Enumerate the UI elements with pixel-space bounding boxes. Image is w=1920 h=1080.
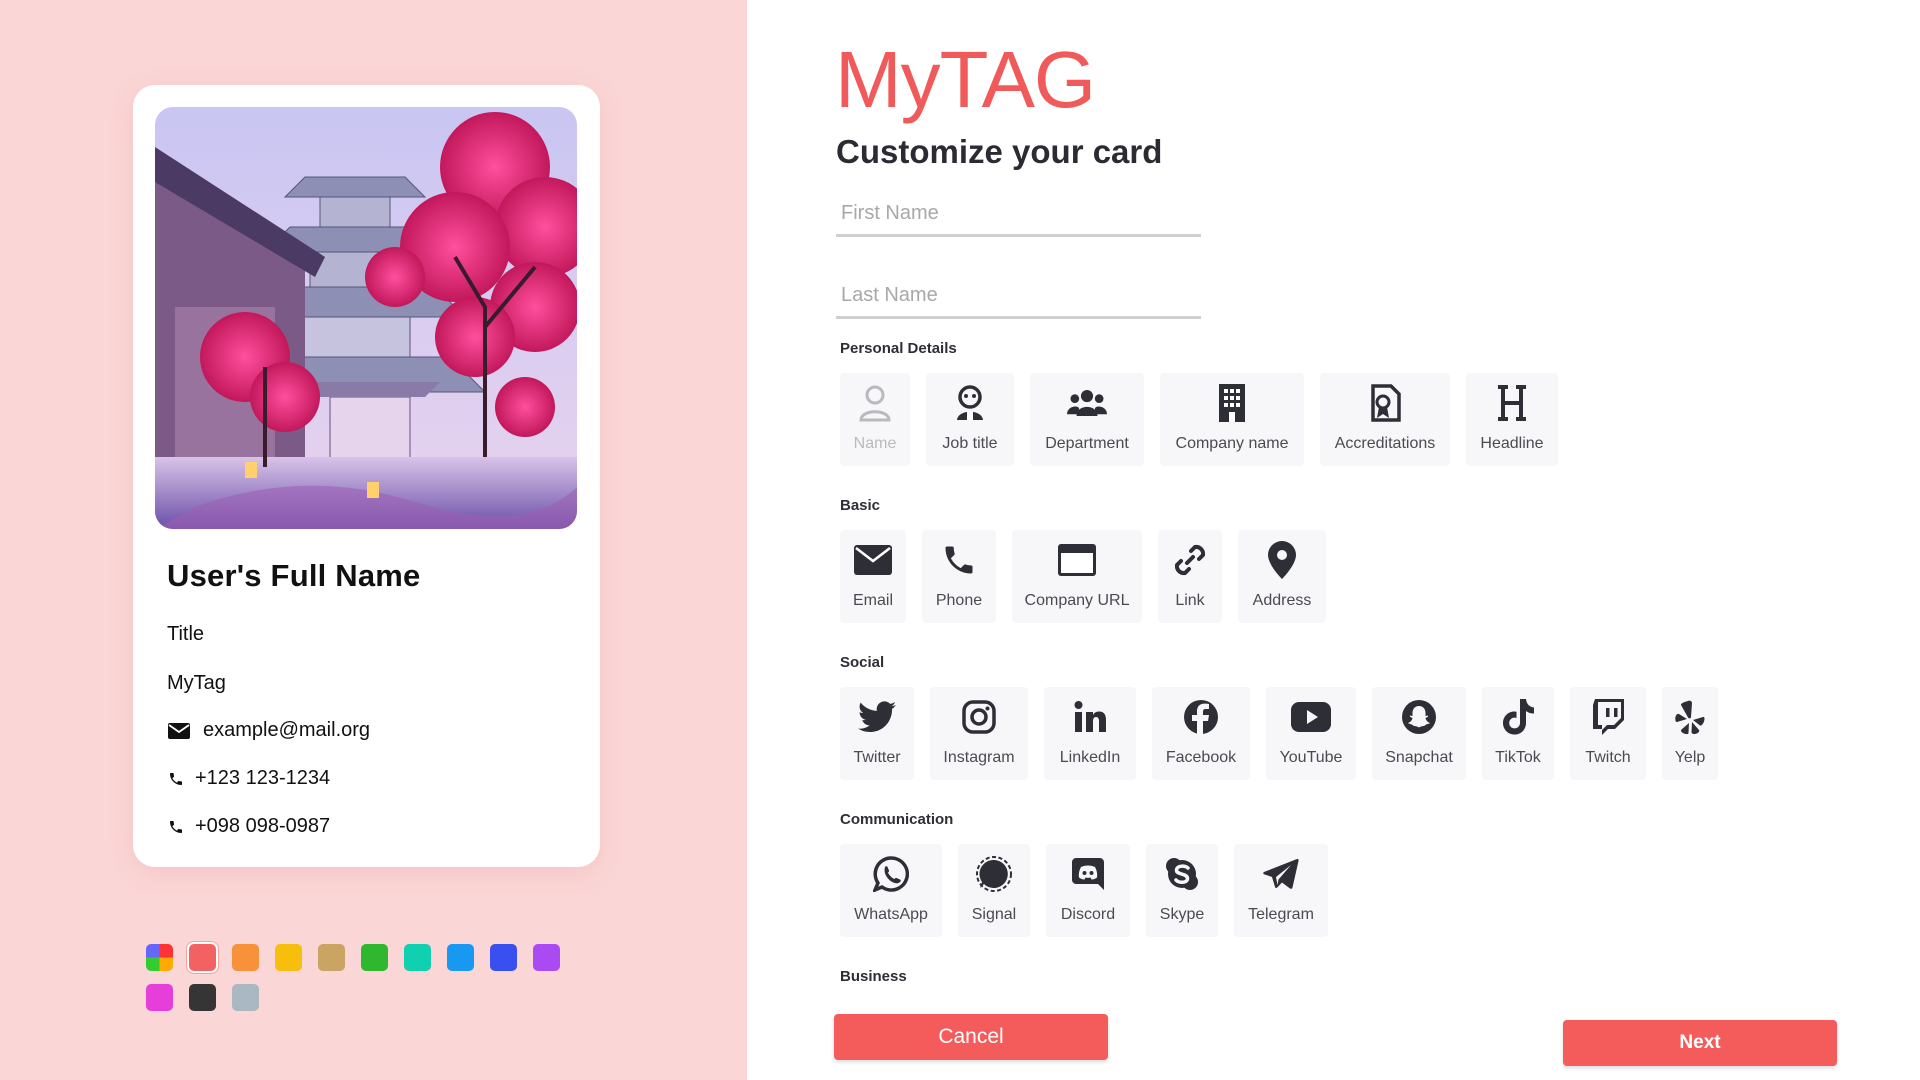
add-job-title-chip[interactable]: Job title — [926, 373, 1014, 466]
facebook-icon — [1181, 697, 1221, 737]
youtube-icon — [1291, 697, 1331, 737]
card-phone-row-1[interactable]: +123 123-1234 — [167, 767, 330, 790]
swatch-teal[interactable] — [404, 944, 431, 971]
add-twitch-chip[interactable]: Twitch — [1570, 687, 1646, 780]
card-full-name: User's Full Name — [167, 558, 421, 593]
link-icon — [1170, 540, 1210, 580]
add-youtube-chip[interactable]: YouTube — [1266, 687, 1356, 780]
swatch-blue[interactable] — [490, 944, 517, 971]
add-yelp-chip[interactable]: Yelp — [1662, 687, 1718, 780]
phone-icon — [939, 540, 979, 580]
business-card-preview: User's Full Name Title MyTag example@mai… — [133, 85, 600, 867]
card-phone-row-2[interactable]: +098 098-0987 — [167, 815, 330, 838]
add-twitter-chip[interactable]: Twitter — [840, 687, 914, 780]
page-title: Customize your card — [836, 133, 1163, 170]
badge-icon — [950, 383, 990, 423]
signal-icon — [974, 854, 1014, 894]
communication-row: WhatsApp Signal Discord Skype Telegram — [840, 844, 1328, 937]
add-company-url-chip[interactable]: Company URL — [1012, 530, 1142, 623]
card-company: MyTag — [167, 672, 226, 694]
discord-icon — [1068, 854, 1108, 894]
certificate-icon — [1365, 383, 1405, 423]
card-cover-image[interactable] — [155, 107, 577, 529]
section-label-business: Business — [840, 968, 907, 985]
skype-icon — [1162, 854, 1202, 894]
basic-row: Email Phone Company URL Link Address — [840, 530, 1326, 623]
add-whatsapp-chip[interactable]: WhatsApp — [840, 844, 942, 937]
card-phone-2: +098 098-0987 — [195, 815, 331, 837]
add-phone-chip[interactable]: Phone — [922, 530, 996, 623]
last-name-input[interactable] — [836, 271, 1201, 319]
swatch-multicolor[interactable] — [146, 944, 173, 971]
add-department-chip[interactable]: Department — [1030, 373, 1144, 466]
swatch-tan[interactable] — [318, 944, 345, 971]
add-telegram-chip[interactable]: Telegram — [1234, 844, 1328, 937]
swatch-orange[interactable] — [232, 944, 259, 971]
section-label-communication: Communication — [840, 811, 954, 828]
twitch-icon — [1588, 697, 1628, 737]
cancel-button[interactable]: Cancel — [834, 1014, 1108, 1060]
heading-icon — [1492, 383, 1532, 423]
map-pin-icon — [1262, 540, 1302, 580]
swatch-sky-blue[interactable] — [447, 944, 474, 971]
envelope-icon — [853, 540, 893, 580]
phone-icon — [167, 768, 185, 790]
swatch-purple[interactable] — [533, 944, 560, 971]
linkedin-icon — [1070, 697, 1110, 737]
building-icon — [1212, 383, 1252, 423]
add-linkedin-chip[interactable]: LinkedIn — [1044, 687, 1136, 780]
section-label-personal: Personal Details — [840, 340, 957, 357]
section-label-basic: Basic — [840, 497, 881, 514]
add-accreditations-chip[interactable]: Accreditations — [1320, 373, 1450, 466]
envelope-icon — [167, 720, 191, 742]
add-headline-chip[interactable]: Headline — [1466, 373, 1558, 466]
add-instagram-chip[interactable]: Instagram — [930, 687, 1028, 780]
tiktok-icon — [1498, 697, 1538, 737]
preview-panel: User's Full Name Title MyTag example@mai… — [0, 0, 747, 1080]
group-icon — [1067, 383, 1107, 423]
snapchat-icon — [1399, 697, 1439, 737]
section-label-social: Social — [840, 654, 885, 671]
add-signal-chip[interactable]: Signal — [958, 844, 1030, 937]
add-name-chip[interactable]: Name — [840, 373, 910, 466]
card-email: example@mail.org — [203, 719, 371, 741]
pagoda-cherry-blossom-image — [155, 107, 577, 529]
personal-details-row: Name Job title Department Company name A… — [840, 373, 1558, 466]
social-row: Twitter Instagram LinkedIn Facebook YouT… — [840, 687, 1718, 780]
whatsapp-icon — [871, 854, 911, 894]
brand-logo: MyTAG — [835, 35, 1096, 124]
card-title: Title — [167, 623, 205, 645]
yelp-icon — [1670, 697, 1710, 737]
add-skype-chip[interactable]: Skype — [1146, 844, 1218, 937]
add-facebook-chip[interactable]: Facebook — [1152, 687, 1250, 780]
swatch-coral[interactable] — [187, 942, 218, 973]
card-email-row[interactable]: example@mail.org — [167, 719, 370, 742]
swatch-magenta[interactable] — [146, 984, 173, 1011]
swatch-yellow[interactable] — [275, 944, 302, 971]
user-icon — [855, 383, 895, 423]
first-name-input[interactable] — [836, 189, 1201, 237]
add-tiktok-chip[interactable]: TikTok — [1482, 687, 1554, 780]
swatch-green[interactable] — [361, 944, 388, 971]
swatch-gray[interactable] — [232, 984, 259, 1011]
add-company-name-chip[interactable]: Company name — [1160, 373, 1304, 466]
add-address-chip[interactable]: Address — [1238, 530, 1326, 623]
browser-icon — [1057, 540, 1097, 580]
card-phone-1: +123 123-1234 — [195, 767, 331, 789]
add-discord-chip[interactable]: Discord — [1046, 844, 1130, 937]
next-button[interactable]: Next — [1563, 1020, 1837, 1066]
instagram-icon — [959, 697, 999, 737]
swatch-charcoal[interactable] — [189, 984, 216, 1011]
add-snapchat-chip[interactable]: Snapchat — [1372, 687, 1466, 780]
twitter-icon — [857, 697, 897, 737]
telegram-icon — [1261, 854, 1301, 894]
add-link-chip[interactable]: Link — [1158, 530, 1222, 623]
add-email-chip[interactable]: Email — [840, 530, 906, 623]
phone-icon — [167, 816, 185, 838]
